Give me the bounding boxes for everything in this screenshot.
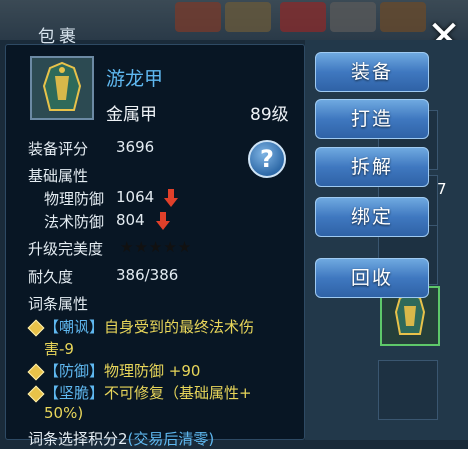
help-button[interactable]: ? bbox=[248, 140, 286, 178]
scene-decoration bbox=[175, 2, 221, 32]
item-level: 89级 bbox=[250, 105, 289, 125]
affix-tag: 【嘲讽】 bbox=[44, 318, 105, 336]
slot-count: 7 bbox=[437, 180, 447, 198]
forge-button[interactable]: 打造 bbox=[315, 99, 429, 139]
base-attributes-header: 基础属性 bbox=[28, 167, 89, 185]
item-armor-icon bbox=[30, 56, 94, 120]
physical-defense-value: 1064 bbox=[116, 188, 155, 206]
affix-text-cont: 害-9 bbox=[44, 340, 74, 358]
bag-slot[interactable] bbox=[378, 360, 438, 420]
affix-tag: 【坚脆】 bbox=[44, 384, 105, 402]
magic-defense-label: 法术防御 bbox=[44, 213, 105, 231]
affix-footer-suffix: (交易后清零) bbox=[127, 430, 215, 448]
disassemble-button[interactable]: 拆解 bbox=[315, 147, 429, 187]
affix-text: 物理防御 +90 bbox=[104, 362, 201, 380]
item-name: 游龙甲 bbox=[106, 68, 164, 90]
durability-label: 耐久度 bbox=[28, 268, 74, 286]
down-arrow-icon bbox=[156, 212, 170, 230]
score-label: 装备评分 bbox=[28, 140, 89, 158]
scene-decoration bbox=[280, 2, 326, 32]
affix-line: 【嘲讽】自身受到的最终法术伤 bbox=[44, 316, 254, 337]
affix-text: 不可修复（基础属性+ bbox=[104, 384, 252, 402]
affix-text-cont: 50%) bbox=[44, 404, 84, 422]
equip-button[interactable]: 装备 bbox=[315, 52, 429, 92]
recycle-button[interactable]: 回收 bbox=[315, 258, 429, 298]
scene-decoration bbox=[330, 2, 376, 32]
down-arrow-icon bbox=[164, 189, 178, 207]
scene-decoration bbox=[380, 2, 426, 32]
affix-footer: 词条选择积分2(交易后清零) bbox=[28, 428, 214, 449]
magic-defense-value: 804 bbox=[116, 211, 145, 229]
scene-decoration bbox=[225, 2, 271, 32]
bind-button[interactable]: 绑定 bbox=[315, 197, 429, 237]
affix-text: 自身受到的最终法术伤 bbox=[104, 318, 255, 336]
upgrade-label: 升级完美度 bbox=[28, 240, 104, 258]
affix-footer-prefix: 词条选择积分2 bbox=[28, 430, 128, 448]
durability-value: 386/386 bbox=[116, 266, 179, 284]
affix-line: 【防御】物理防御 +90 bbox=[44, 360, 200, 381]
affix-line: 【坚脆】不可修复（基础属性+ bbox=[44, 382, 252, 403]
upgrade-stars: ★★★★★ bbox=[120, 238, 193, 256]
score-value: 3696 bbox=[116, 138, 155, 156]
affix-header: 词条属性 bbox=[28, 295, 89, 313]
item-type: 金属甲 bbox=[106, 105, 157, 125]
physical-defense-label: 物理防御 bbox=[44, 190, 105, 208]
affix-tag: 【防御】 bbox=[44, 362, 105, 380]
